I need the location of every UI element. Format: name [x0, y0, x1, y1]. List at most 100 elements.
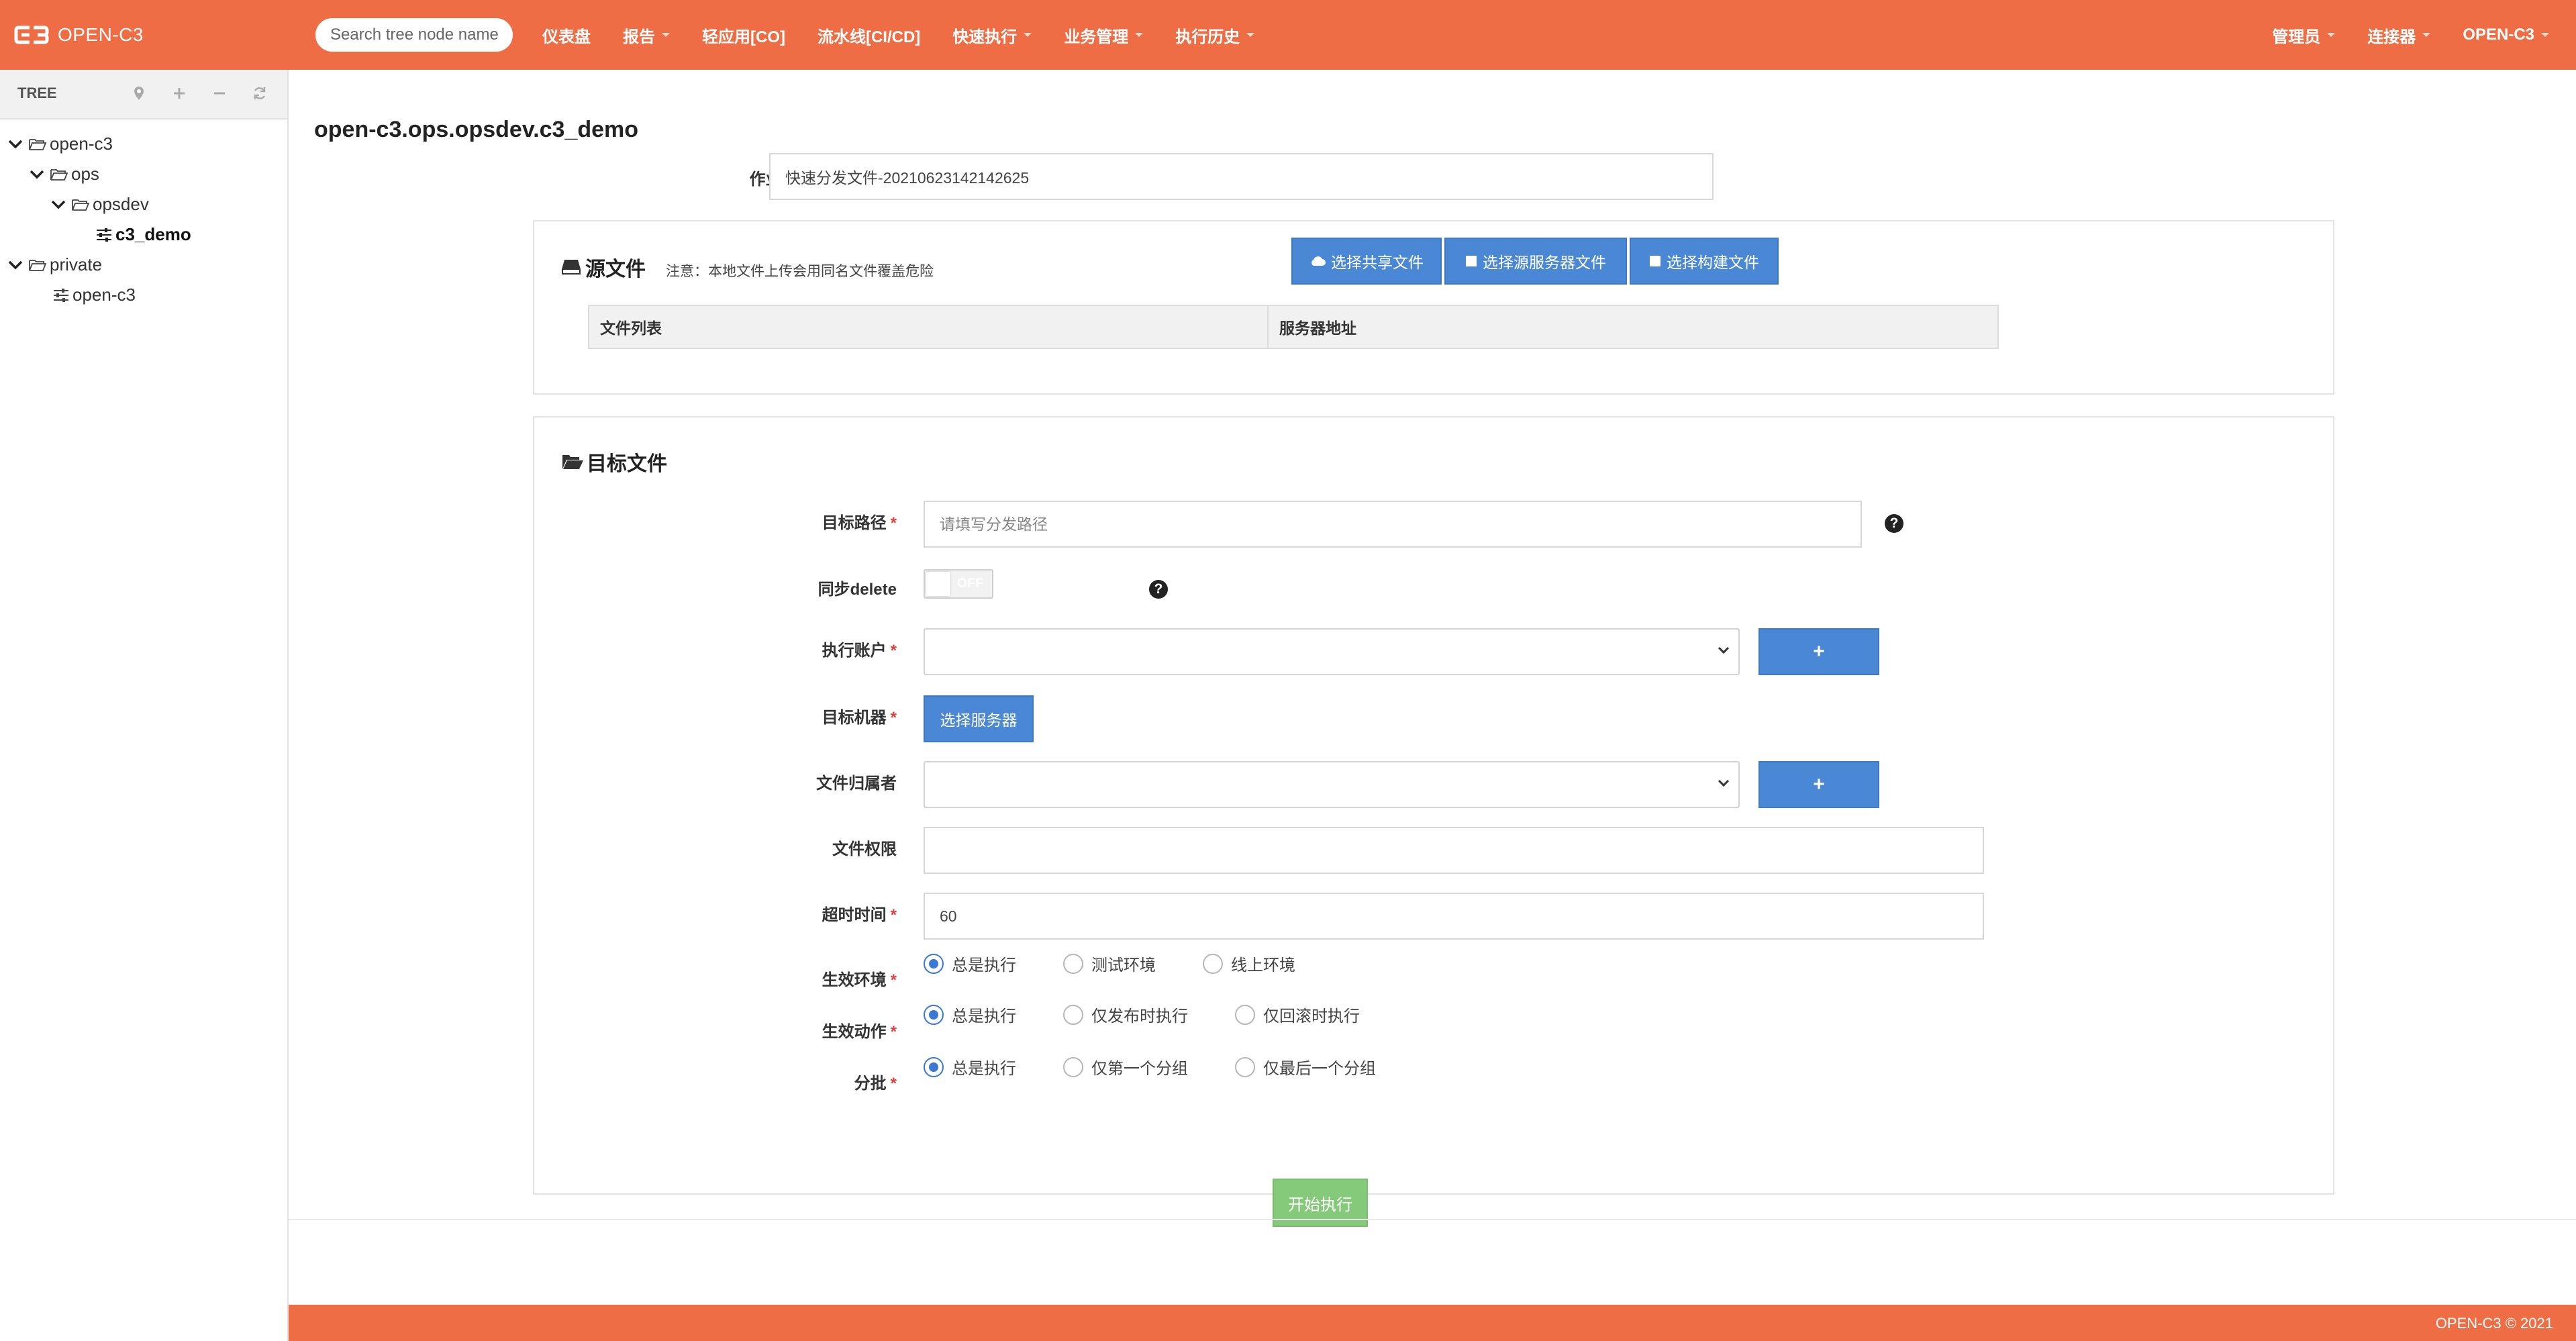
button-label: 选择构建文件: [1667, 254, 1759, 271]
radio-dot: [1235, 1004, 1255, 1025]
required-mark: *: [890, 1023, 897, 1041]
caret-down-icon: [2327, 33, 2336, 37]
button-label: 选择服务器: [940, 711, 1018, 729]
toggle-knob: [926, 572, 950, 596]
folder-open-icon: [71, 198, 90, 211]
exec-account-select[interactable]: [924, 628, 1740, 675]
chevron-down-icon[interactable]: [30, 170, 47, 179]
chevron-down-icon: [1718, 779, 1730, 787]
select-server-button[interactable]: 选择服务器: [924, 695, 1034, 742]
button-label: 选择共享文件: [1331, 254, 1424, 271]
brand-name: OPEN-C3: [58, 24, 144, 45]
brand[interactable]: OPEN-C3: [13, 20, 144, 50]
help-icon[interactable]: ?: [1149, 580, 1168, 599]
chevron-down-icon[interactable]: [8, 140, 26, 149]
action-option-rollback[interactable]: 仅回滚时执行: [1235, 1003, 1360, 1026]
nav-history[interactable]: 执行历史: [1175, 23, 1255, 47]
plus-icon[interactable]: [169, 83, 189, 103]
main-content: open-c3.ops.opsdev.c3_demo 作业名称* 源文件 注意：…: [289, 70, 2576, 1305]
label-text: 文件归属者: [816, 775, 897, 793]
logo-icon: [14, 26, 49, 44]
minus-icon[interactable]: [209, 83, 230, 103]
env-option-test[interactable]: 测试环境: [1063, 952, 1203, 975]
env-option-always[interactable]: 总是执行: [924, 952, 1063, 975]
radio-dot: [1063, 1004, 1083, 1025]
square-icon: [1465, 255, 1477, 267]
label-text: 目标路径: [822, 514, 887, 532]
caret-down-icon: [1024, 33, 1032, 37]
caret-down-icon: [662, 33, 670, 37]
tree-node-c3-demo[interactable]: c3_demo: [0, 219, 287, 250]
label-text: 生效动作: [822, 1023, 887, 1041]
action-option-always[interactable]: 总是执行: [924, 1003, 1063, 1026]
source-note: 注意：本地文件上传会用同名文件覆盖危险: [666, 264, 934, 279]
tree-list: open-c3 ops opsdev c3_demo private open-…: [0, 119, 287, 310]
tree-node-label: ops: [71, 164, 99, 184]
refresh-icon[interactable]: [250, 83, 270, 103]
folder-open-icon: [50, 168, 68, 181]
sync-delete-toggle[interactable]: OFF: [924, 569, 993, 599]
required-mark: *: [890, 1075, 897, 1093]
batch-option-last-group[interactable]: 仅最后一个分组: [1235, 1055, 1376, 1079]
target-path-label: 目标路径 *: [709, 509, 897, 533]
action-label: 生效动作 *: [709, 1018, 897, 1042]
nav-dashboard[interactable]: 仪表盘: [542, 23, 591, 47]
tree-node-private-open-c3[interactable]: open-c3: [0, 280, 287, 310]
sliders-icon: [95, 228, 113, 242]
chevron-down-icon[interactable]: [51, 200, 68, 209]
nav-pipeline[interactable]: 流水线[CI/CD]: [818, 23, 920, 47]
nav-connector[interactable]: 连接器: [2367, 23, 2431, 47]
toggle-state: OFF: [957, 577, 984, 591]
timeout-input[interactable]: [924, 893, 1984, 940]
select-shared-file-button[interactable]: 选择共享文件: [1291, 238, 1442, 285]
nav-label: 连接器: [2367, 28, 2416, 46]
tree-node-ops[interactable]: ops: [0, 159, 287, 189]
target-files-title: 目标文件: [561, 447, 667, 477]
tree-node-opsdev[interactable]: opsdev: [0, 189, 287, 219]
radio-label: 仅第一个分组: [1091, 1060, 1188, 1078]
radio-dot: [924, 953, 944, 974]
add-owner-button[interactable]: +: [1758, 761, 1879, 808]
required-mark: *: [890, 906, 897, 924]
required-mark: *: [890, 642, 897, 660]
nav-label: 轻应用[CO]: [702, 28, 785, 46]
radio-dot: [1235, 1056, 1255, 1077]
target-path-input[interactable]: [924, 501, 1862, 548]
cloud-icon: [1309, 256, 1326, 266]
job-name-input[interactable]: [769, 153, 1714, 200]
label-text: 文件权限: [832, 840, 897, 858]
tree-node-label: private: [50, 254, 103, 275]
nav-user-menu[interactable]: OPEN-C3: [2463, 26, 2549, 44]
top-navbar: OPEN-C3 仪表盘 报告 轻应用[CO] 流水线[CI/CD] 快速执行 业…: [0, 0, 2576, 70]
file-permission-input[interactable]: [924, 827, 1984, 874]
env-option-production[interactable]: 线上环境: [1203, 952, 1295, 975]
nav-light-app[interactable]: 轻应用[CO]: [702, 23, 785, 47]
select-source-server-file-button[interactable]: 选择源服务器文件: [1444, 238, 1627, 285]
batch-label: 分批 *: [709, 1070, 897, 1093]
batch-option-always[interactable]: 总是执行: [924, 1055, 1063, 1079]
environment-label: 生效环境 *: [709, 966, 897, 990]
tree-node-private[interactable]: private: [0, 250, 287, 280]
pin-icon[interactable]: [129, 83, 149, 103]
select-build-file-button[interactable]: 选择构建文件: [1630, 238, 1779, 285]
label-text: 执行账户: [822, 642, 887, 660]
action-option-deploy[interactable]: 仅发布时执行: [1063, 1003, 1235, 1026]
nav-quick-exec[interactable]: 快速执行: [952, 23, 1032, 47]
tree-node-open-c3[interactable]: open-c3: [0, 129, 287, 159]
nav-report[interactable]: 报告: [623, 23, 670, 47]
help-icon[interactable]: ?: [1885, 514, 1903, 533]
tree-search-input[interactable]: [315, 18, 513, 52]
required-mark: *: [890, 514, 897, 532]
button-label: +: [1813, 773, 1825, 795]
tree-toolbar: [109, 83, 270, 103]
radio-label: 仅回滚时执行: [1263, 1007, 1360, 1026]
add-account-button[interactable]: +: [1758, 628, 1879, 675]
nav-admin[interactable]: 管理员: [2272, 23, 2336, 47]
nav-business[interactable]: 业务管理: [1064, 23, 1144, 47]
chevron-down-icon: [1718, 646, 1730, 654]
file-owner-select[interactable]: [924, 761, 1740, 808]
source-file-table-header: 文件列表 服务器地址: [588, 305, 1999, 349]
radio-dot: [1203, 953, 1223, 974]
chevron-down-icon[interactable]: [8, 260, 26, 270]
batch-option-first-group[interactable]: 仅第一个分组: [1063, 1055, 1235, 1079]
